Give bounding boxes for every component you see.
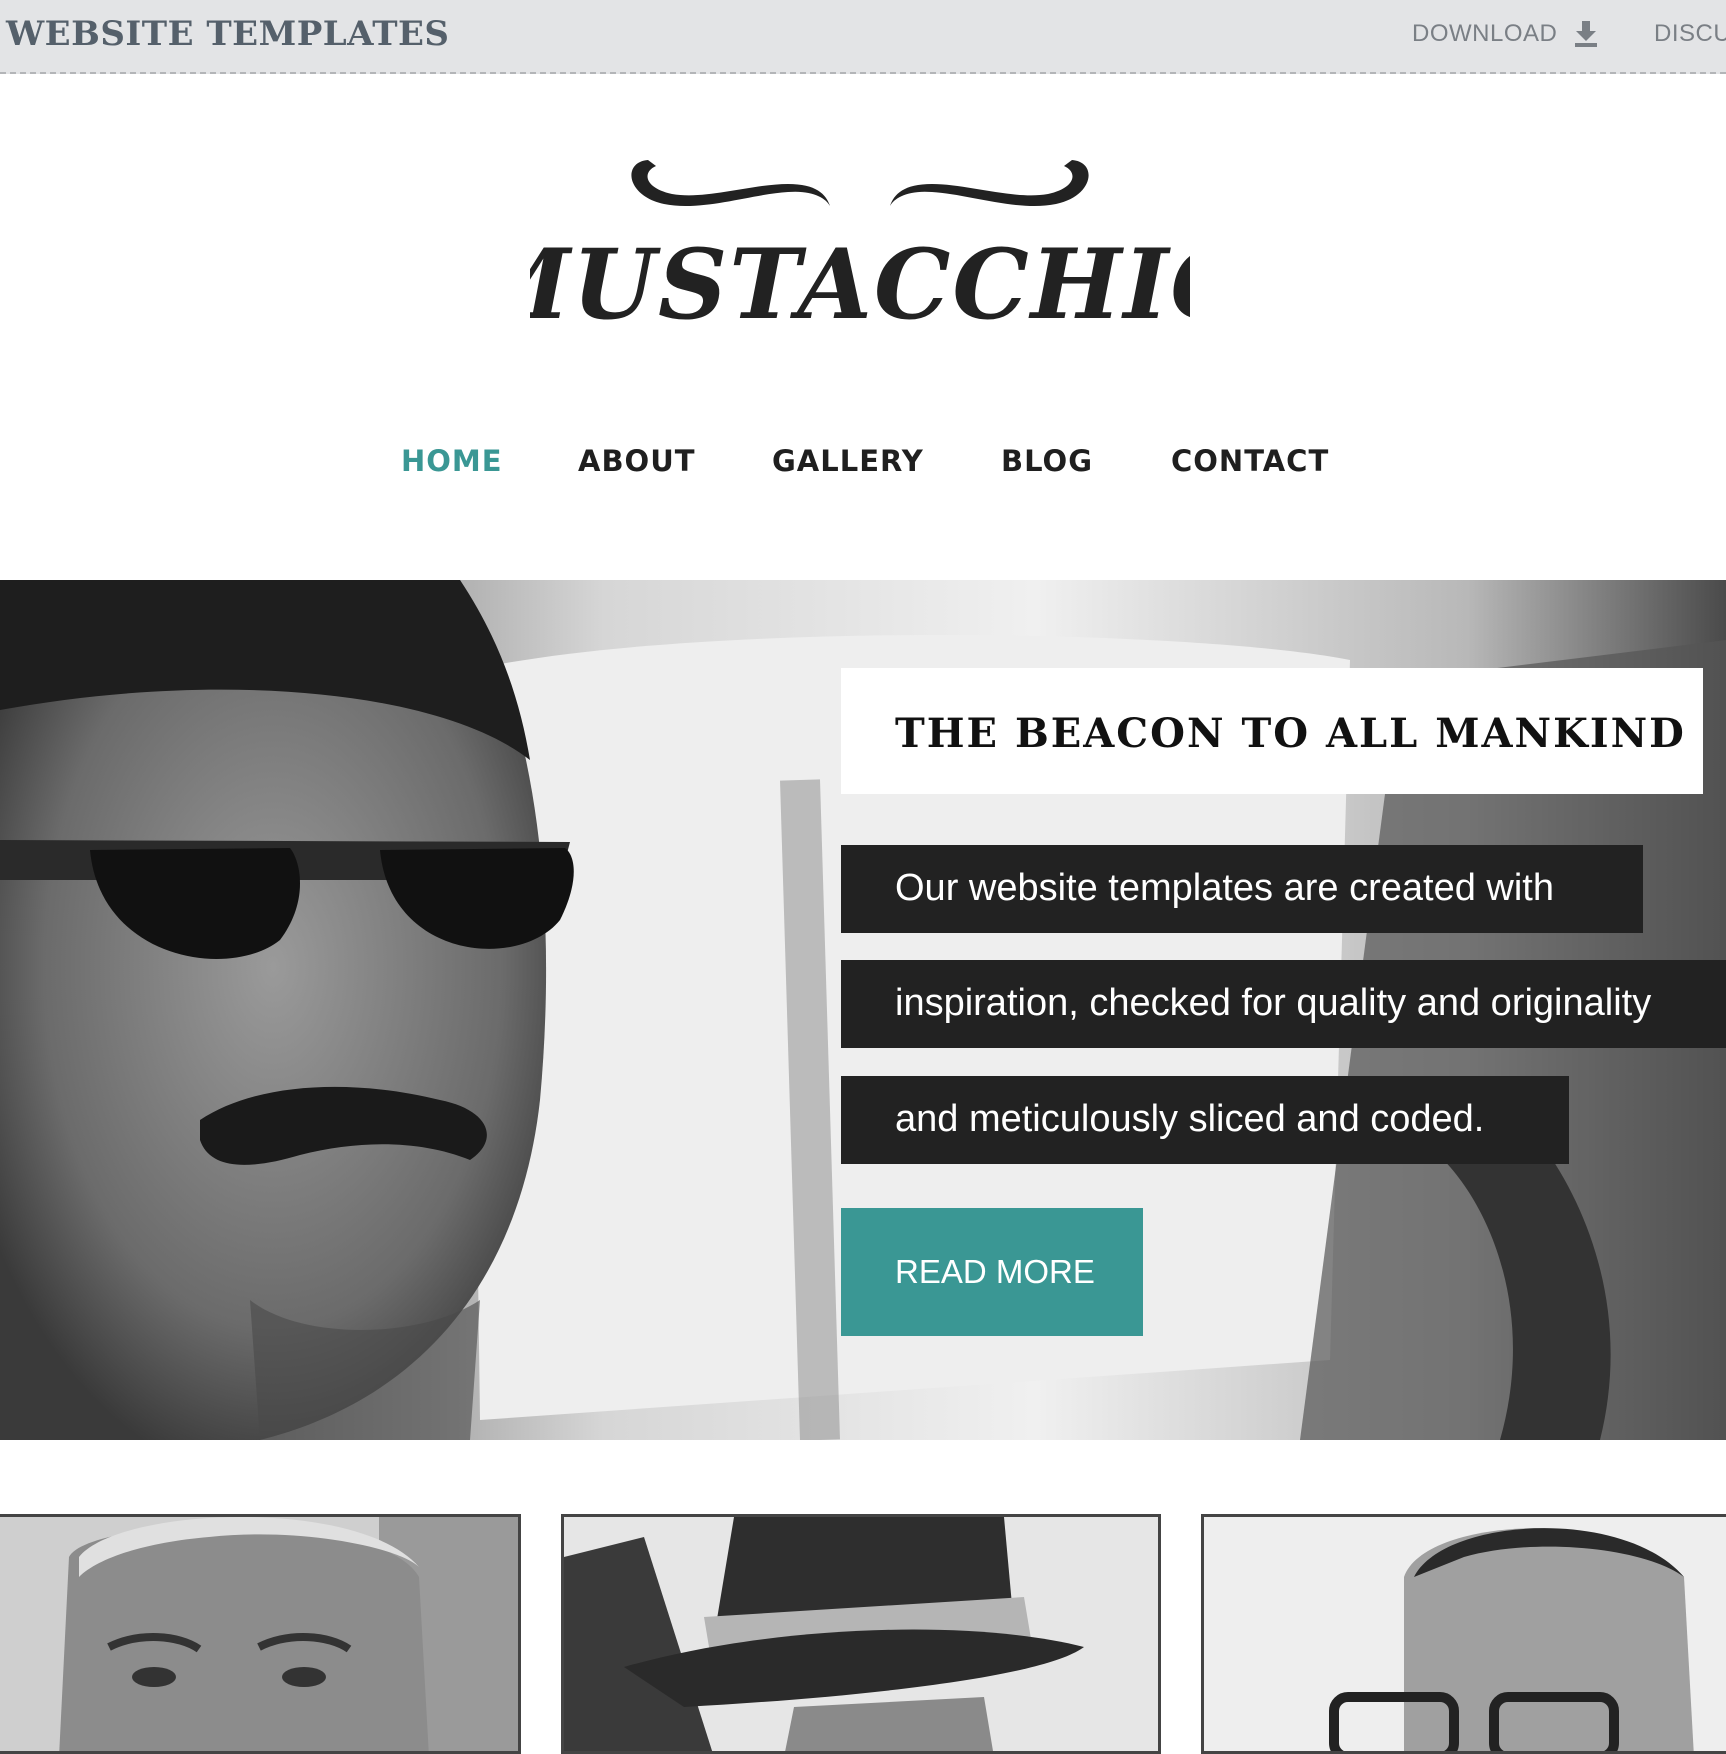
read-more-button[interactable]: READ MORE	[841, 1208, 1143, 1336]
download-arrow-icon[interactable]	[1571, 18, 1601, 48]
hero-title-box: THE BEACON TO ALL MANKIND	[841, 668, 1703, 794]
thumbnail-photo	[564, 1517, 1158, 1751]
nav-contact[interactable]: CONTACT	[1171, 444, 1329, 478]
hero-text-3: and meticulously sliced and coded.	[895, 1098, 1485, 1140]
gallery-thumbnail-3[interactable]	[1201, 1514, 1726, 1754]
nav-blog[interactable]: BLOG	[1001, 444, 1093, 478]
hero-text-line: inspiration, checked for quality and ori…	[841, 960, 1726, 1048]
logo-text: MUSTACCHIO	[530, 228, 1190, 338]
site-logo[interactable]: MUSTACCHIO	[530, 148, 1190, 338]
gallery-thumbnail-1[interactable]	[0, 1514, 521, 1754]
nav-about[interactable]: ABOUT	[578, 444, 696, 478]
hero-text-1: Our website templates are created with	[895, 867, 1554, 909]
nav-home[interactable]: HOME	[401, 444, 503, 478]
download-link[interactable]: DOWNLOAD	[1412, 20, 1557, 48]
top-bar: WEBSITE TEMPLATES DOWNLOAD DISCU	[0, 0, 1726, 74]
hero-title: THE BEACON TO ALL MANKIND	[895, 710, 1686, 757]
gallery-thumbnail-2[interactable]	[561, 1514, 1161, 1754]
nav-gallery[interactable]: GALLERY	[772, 444, 924, 478]
thumbnail-photo	[0, 1517, 518, 1751]
hero-text-line: Our website templates are created with	[841, 845, 1643, 933]
thumbnail-photo	[1204, 1517, 1726, 1751]
topbar-brand[interactable]: WEBSITE TEMPLATES	[6, 14, 449, 54]
discuss-link[interactable]: DISCU	[1654, 20, 1726, 48]
mustache-icon	[631, 160, 1089, 207]
hero-text-line: and meticulously sliced and coded.	[841, 1076, 1569, 1164]
hero-text-2: inspiration, checked for quality and ori…	[895, 982, 1652, 1024]
